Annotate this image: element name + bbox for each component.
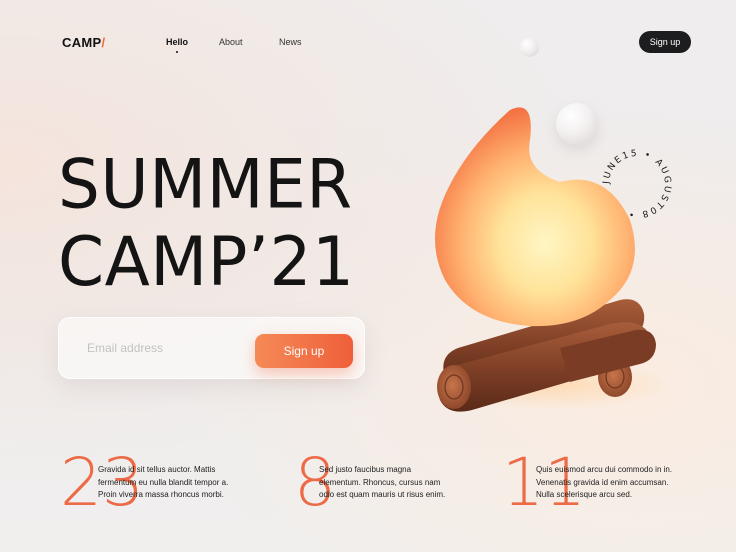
hero-title-line1: SUMMER [58,145,353,224]
hero-title-line2: CAMP’21 [58,222,355,302]
stat-description: Sed justo faucibus magna elementum. Rhon… [319,465,446,499]
stat-description: Gravida id sit tellus auctor. Mattis fer… [98,465,229,499]
logo-slash: / [101,35,106,50]
logo[interactable]: CAMP/ [62,35,105,50]
log-end [437,365,471,409]
nav-news[interactable]: News [279,37,302,47]
nav-about[interactable]: About [219,37,243,47]
nav-about-label: About [219,37,243,47]
email-signup-button[interactable]: Sign up [255,334,353,368]
active-indicator-dot [176,51,178,53]
email-input[interactable] [87,341,237,355]
decorative-sphere-small [520,38,539,57]
hero-title: SUMMER CAMP’21 [58,146,354,301]
nav-hello-label: Hello [166,37,189,47]
nav-hello[interactable]: Hello [166,37,189,53]
date-ring-badge: JUNE15 • AUGUST08 • [602,149,672,219]
stat-description: Quis euismod arcu dui commodo in in. Ven… [536,465,673,499]
logo-text: CAMP [62,35,102,50]
email-signup-form: Sign up [58,317,365,379]
date-ring-text: JUNE15 • AUGUST08 • [602,149,672,219]
decorative-sphere-large [556,103,598,145]
nav-news-label: News [279,37,302,47]
header-signup-button[interactable]: Sign up [639,31,691,53]
